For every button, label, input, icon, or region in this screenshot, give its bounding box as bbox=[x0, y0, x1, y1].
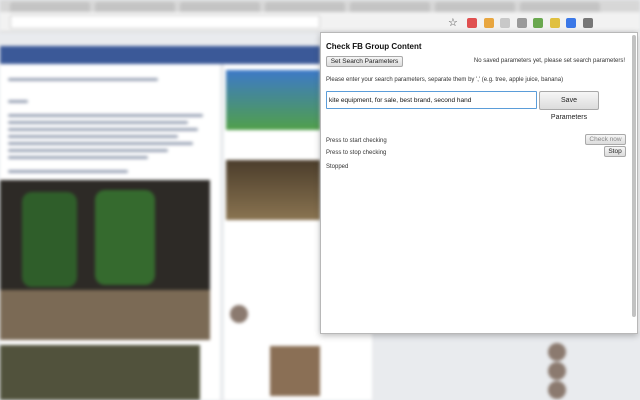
extension-icon[interactable] bbox=[467, 18, 477, 28]
browser-tab bbox=[265, 2, 345, 12]
status-text: Stopped bbox=[326, 164, 349, 170]
save-parameters-button[interactable]: Save Parameters bbox=[539, 91, 599, 121]
avatar bbox=[230, 305, 248, 323]
extension-icon[interactable] bbox=[533, 18, 543, 28]
popup-scrollbar[interactable] bbox=[632, 35, 636, 335]
browser-tab bbox=[10, 2, 90, 12]
search-parameters-input[interactable] bbox=[326, 91, 537, 109]
address-bar bbox=[10, 15, 320, 29]
stop-checking-label: Press to stop checking bbox=[326, 150, 387, 156]
stop-button[interactable]: Stop bbox=[604, 146, 626, 157]
browser-tab bbox=[180, 2, 260, 12]
extension-popup: Check FB Group Content Set Search Parame… bbox=[320, 32, 638, 334]
instructions-text: Please enter your search parameters, sep… bbox=[326, 77, 564, 83]
post-photo bbox=[0, 180, 210, 340]
set-search-parameters-button[interactable]: Set Search Parameters bbox=[326, 56, 403, 67]
extension-icon[interactable] bbox=[483, 18, 494, 28]
extension-icon[interactable] bbox=[582, 18, 593, 28]
browser-toolbar bbox=[0, 12, 640, 32]
no-saved-parameters-message: No saved parameters yet, please set sear… bbox=[473, 58, 625, 64]
ad-thumbnail bbox=[226, 70, 320, 130]
avatar bbox=[548, 381, 566, 399]
start-checking-label: Press to start checking bbox=[326, 138, 387, 144]
post-photo bbox=[0, 345, 200, 400]
browser-tab bbox=[95, 2, 175, 12]
extension-icon[interactable] bbox=[516, 18, 527, 28]
facebook-header bbox=[0, 46, 320, 64]
scrollbar-thumb[interactable] bbox=[632, 35, 636, 317]
extension-icon[interactable] bbox=[566, 18, 576, 28]
extension-icon[interactable] bbox=[500, 18, 510, 28]
browser-tab-strip bbox=[0, 0, 640, 12]
browser-tab bbox=[435, 2, 515, 12]
browser-tab bbox=[520, 2, 600, 12]
ad-thumbnail bbox=[226, 160, 320, 220]
browser-tab bbox=[350, 2, 430, 12]
check-now-button[interactable]: Check now bbox=[585, 134, 626, 145]
avatar bbox=[548, 343, 566, 361]
extension-icon[interactable] bbox=[549, 18, 560, 28]
suggestion-image bbox=[270, 346, 320, 396]
avatar bbox=[548, 362, 566, 380]
popup-title: Check FB Group Content bbox=[326, 42, 422, 51]
bookmark-star-icon[interactable]: ☆ bbox=[448, 15, 458, 31]
